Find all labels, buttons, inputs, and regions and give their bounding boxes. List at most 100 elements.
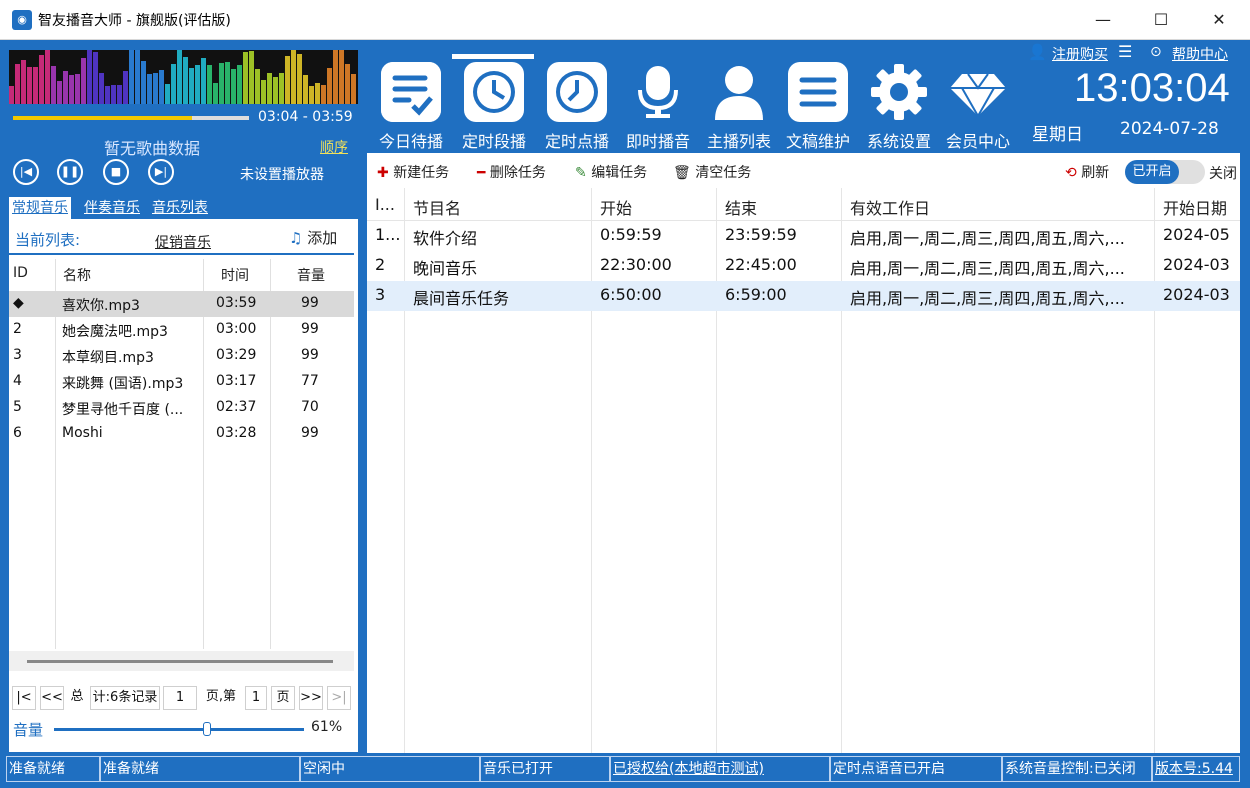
delete-task-button[interactable]: ━ 删除任务 (477, 162, 546, 182)
list-item[interactable]: 6 Moshi 03:28 99 (9, 421, 354, 447)
nav-timed-point[interactable]: 定时点播 (535, 62, 619, 152)
row-time: 03:00 (216, 321, 257, 337)
list-item[interactable]: 4 来跳舞 (国语).mp3 03:17 77 (9, 369, 354, 395)
nav-document-maintenance[interactable]: 文稿维护 (776, 62, 860, 152)
col-header-id[interactable]: I... (375, 195, 395, 214)
close-button[interactable]: ✕ (1190, 0, 1248, 40)
volume-slider[interactable] (54, 728, 304, 731)
status-license[interactable]: 已授权给(本地超市测试) (610, 756, 830, 782)
refresh-icon: ⟲ (1065, 165, 1077, 181)
row-id: 2 (375, 255, 386, 274)
nav-instant-broadcast[interactable]: 即时播音 (616, 62, 700, 152)
list-item[interactable]: 3 本草纲目.mp3 03:29 99 (9, 343, 354, 369)
row-start-date: 2024-03 (1163, 285, 1230, 304)
col-header-name[interactable]: 名称 (63, 265, 91, 285)
current-page[interactable]: 1 (245, 686, 267, 710)
nav-label: 定时段播 (461, 132, 526, 151)
minimize-button[interactable]: — (1074, 0, 1132, 40)
page-input[interactable]: 1 (163, 686, 197, 710)
prev-page-button[interactable]: << (40, 686, 64, 710)
visualizer-bar (345, 64, 350, 104)
edit-task-button[interactable]: ✎ 编辑任务 (575, 162, 647, 182)
new-task-button[interactable]: ✚ 新建任务 (377, 162, 449, 182)
visualizer-bar (213, 83, 218, 104)
nav-timed-range[interactable]: 定时段播 (452, 62, 536, 152)
toggle-on-label[interactable]: 已开启 (1125, 160, 1179, 184)
visualizer-bar (135, 50, 140, 104)
visualizer-bar (27, 67, 32, 104)
row-start-date: 2024-05 (1163, 225, 1230, 244)
order-mode-link[interactable]: 顺序 (320, 137, 348, 157)
col-header-workdays[interactable]: 有效工作日 (850, 195, 930, 219)
col-header-end[interactable]: 结束 (725, 195, 757, 219)
visualizer-bar (51, 66, 56, 104)
visualizer-bar (21, 60, 26, 104)
last-page-button[interactable]: >| (327, 686, 351, 710)
row-time: 03:28 (216, 425, 257, 441)
row-volume: 70 (301, 399, 319, 415)
tab-accompaniment[interactable]: 伴奏音乐 (81, 197, 143, 219)
next-page-button[interactable]: >> (299, 686, 323, 710)
row-time: 02:37 (216, 399, 257, 415)
nav-anchor-list[interactable]: 主播列表 (697, 62, 781, 152)
tab-regular-music[interactable]: 常规音乐 (9, 197, 71, 219)
visualizer-bar (285, 56, 290, 104)
volume-slider-knob[interactable] (202, 722, 211, 736)
clear-task-button[interactable]: 🗑 清空任务 (673, 162, 751, 182)
clock-date: 2024-07-28 (1120, 119, 1219, 139)
col-header-id[interactable]: ID (13, 265, 28, 281)
col-header-program[interactable]: 节目名 (413, 195, 461, 219)
row-volume: 77 (301, 373, 319, 389)
table-row[interactable]: 3 晨间音乐任务 6:50:00 6:59:00 启用,周一,周二,周三,周四,周五,周… (367, 281, 1240, 311)
visualizer-bar (255, 69, 260, 104)
next-icon[interactable]: ▶| (148, 159, 174, 185)
toggle-off-label[interactable]: 关闭 (1209, 163, 1237, 183)
visualizer-bar (297, 54, 302, 104)
music-tabs: 常规音乐 伴奏音乐 音乐列表 (9, 197, 358, 219)
table-row[interactable]: 2 晚间音乐 22:30:00 22:45:00 启用,周一,周二,周三,周四,周五,周… (367, 251, 1240, 281)
refresh-button[interactable]: ⟲ 刷新 (1065, 162, 1109, 182)
row-end: 6:59:00 (725, 285, 787, 304)
row-name: 喜欢你.mp3 (62, 298, 140, 314)
maximize-button[interactable]: ☐ (1132, 0, 1190, 40)
tab-music-list[interactable]: 音乐列表 (149, 197, 211, 219)
visualizer-bar (183, 57, 188, 104)
first-page-button[interactable]: |< (12, 686, 36, 710)
menu-icon[interactable]: ☰ (1118, 42, 1132, 61)
scrollbar-thumb[interactable] (27, 660, 333, 663)
add-music-button[interactable]: ♫ 添加 (289, 227, 337, 248)
clock-weekday: 星期日 (1032, 125, 1083, 145)
table-row[interactable]: 1... 软件介绍 0:59:59 23:59:59 启用,周一,周二,周三,周四,周五… (367, 221, 1240, 251)
visualizer-bar (117, 85, 122, 104)
row-end: 23:59:59 (725, 225, 797, 244)
visualizer-bar (207, 65, 212, 104)
row-volume: 99 (301, 295, 319, 311)
row-id: 6 (13, 425, 22, 441)
col-header-start-date[interactable]: 开始日期 (1163, 195, 1227, 219)
current-list-name[interactable]: 促销音乐 (155, 232, 211, 252)
music-add-icon: ♫ (289, 229, 303, 247)
help-link[interactable]: 帮助中心 (1172, 44, 1228, 64)
stop-icon[interactable]: ■ (103, 159, 129, 185)
col-header-volume[interactable]: 音量 (297, 265, 325, 285)
visualizer-bar (111, 85, 116, 104)
document-icon (788, 62, 848, 122)
pause-icon[interactable]: ❚❚ (57, 159, 83, 185)
row-start-date: 2024-03 (1163, 255, 1230, 274)
trash-icon: 🗑 (673, 165, 691, 181)
list-item[interactable]: 5 梦里寻他千百度 (... 02:37 70 (9, 395, 354, 421)
row-time: 03:29 (216, 347, 257, 363)
col-header-start[interactable]: 开始 (600, 195, 632, 219)
list-item[interactable]: 2 她会魔法吧.mp3 03:00 99 (9, 317, 354, 343)
nav-member-center[interactable]: 会员中心 (936, 62, 1020, 152)
register-link[interactable]: 注册购买 (1052, 44, 1108, 64)
list-item[interactable]: ◆ 喜欢你.mp3 03:59 99 (9, 291, 354, 317)
nav-system-settings[interactable]: 系统设置 (857, 62, 941, 152)
total-prefix: 总 (70, 689, 84, 704)
col-header-time[interactable]: 时间 (221, 265, 249, 285)
visualizer-bar (159, 70, 164, 104)
row-id: 2 (13, 321, 22, 337)
status-version[interactable]: 版本号:5.44 (1152, 756, 1240, 782)
previous-icon[interactable]: |◀ (13, 159, 39, 185)
nav-today-playlist[interactable]: 今日待播 (369, 62, 453, 152)
